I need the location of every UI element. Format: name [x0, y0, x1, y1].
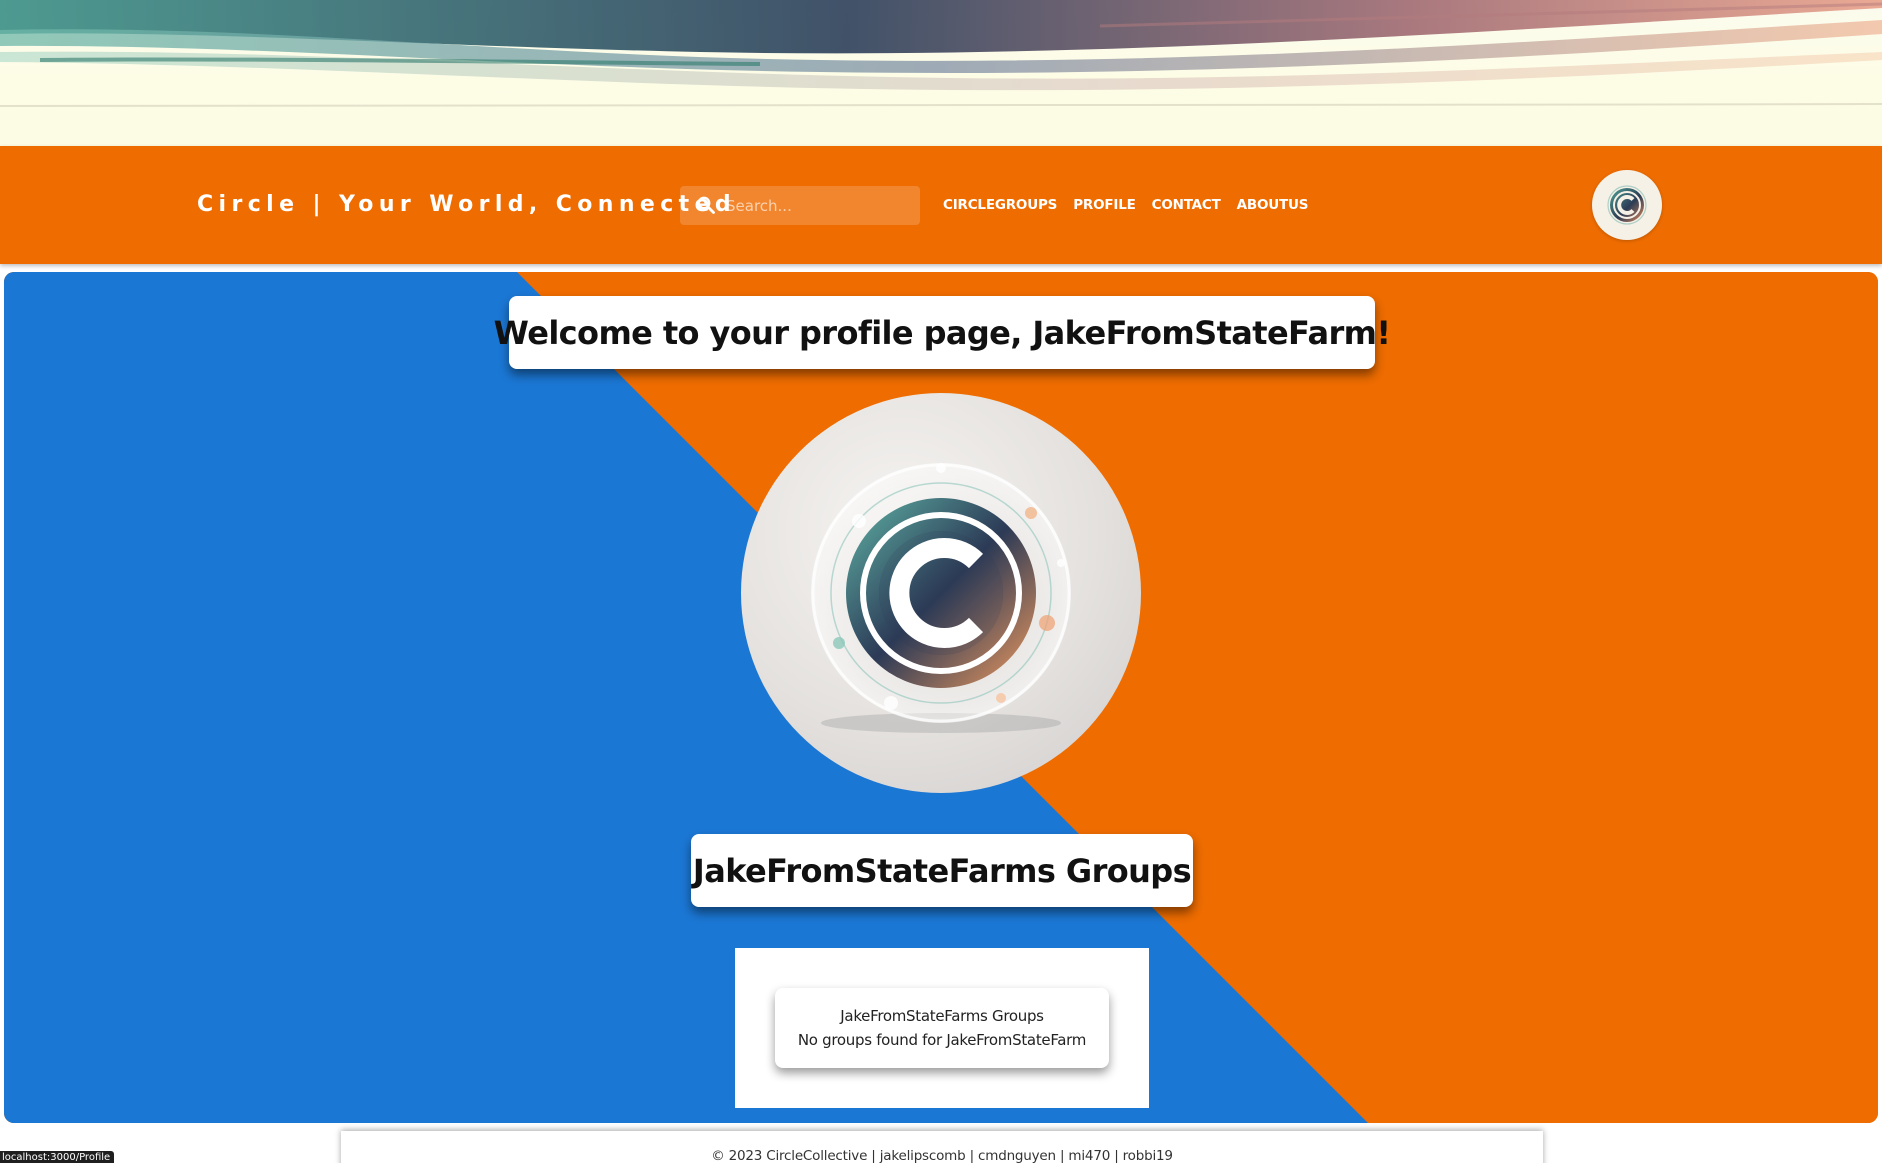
welcome-banner: Welcome to your profile page, JakeFromSt… [494, 296, 1391, 369]
search-box[interactable] [680, 186, 920, 225]
hero-banner [0, 0, 1882, 146]
footer-credits: © 2023 CircleCollective | jakelipscomb |… [711, 1148, 1173, 1163]
nav-link-profile[interactable]: PROFILE [1073, 197, 1136, 213]
groups-heading: JakeFromStateFarms Groups [692, 851, 1192, 890]
groups-card-title: JakeFromStateFarms Groups [840, 1007, 1044, 1025]
circle-logo-icon [811, 463, 1071, 733]
status-bar-url: localhost:3000/Profile [0, 1151, 115, 1163]
groups-heading-box: JakeFromStateFarms Groups [691, 834, 1193, 907]
top-navbar: Circle | Your World, Connected CIRCLEGRO… [0, 146, 1882, 264]
avatar[interactable] [1592, 170, 1662, 240]
nav-link-aboutus[interactable]: ABOUTUS [1237, 197, 1309, 213]
profile-image [741, 393, 1141, 793]
groups-card: JakeFromStateFarms Groups No groups foun… [775, 988, 1109, 1068]
groups-panel: JakeFromStateFarms Groups No groups foun… [735, 948, 1149, 1108]
nav-link-contact[interactable]: CONTACT [1152, 197, 1221, 213]
welcome-title: Welcome to your profile page, JakeFromSt… [493, 313, 1391, 352]
brand-title[interactable]: Circle | Your World, Connected [197, 192, 736, 217]
hero-wave-art [0, 0, 1882, 107]
circle-logo-icon [1607, 185, 1647, 225]
nav-link-circlegroups[interactable]: CIRCLEGROUPS [943, 197, 1057, 213]
nav-links: CIRCLEGROUPS PROFILE CONTACT ABOUTUS [943, 197, 1309, 213]
search-icon [697, 196, 715, 214]
footer: © 2023 CircleCollective | jakelipscomb |… [341, 1131, 1543, 1163]
groups-empty-message: No groups found for JakeFromStateFarm [797, 1031, 1087, 1049]
search-input[interactable] [726, 186, 912, 225]
profile-main: Welcome to your profile page, JakeFromSt… [4, 272, 1878, 1123]
